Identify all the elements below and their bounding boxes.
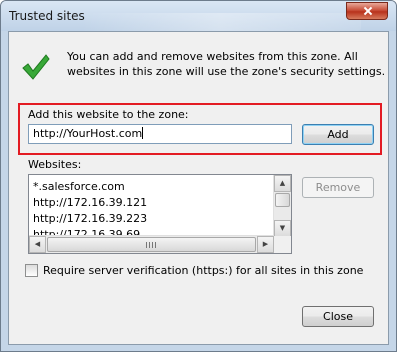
list-item[interactable]: http://172.16.39.223 [33, 211, 273, 227]
add-button[interactable]: Add [302, 124, 374, 145]
scroll-up-icon[interactable]: ▲ [274, 175, 291, 192]
horizontal-scroll-thumb[interactable] [47, 237, 256, 252]
trusted-sites-dialog: Trusted sites You can add and remove web… [0, 0, 397, 352]
websites-label: Websites: [28, 158, 82, 171]
list-item[interactable]: *.salesforce.com [33, 179, 273, 195]
background-window-tabs [81, 13, 361, 31]
require-https-label: Require server verification (https:) for… [43, 264, 364, 277]
scrollbar-corner [274, 236, 291, 253]
remove-button[interactable]: Remove [302, 177, 374, 198]
vertical-scroll-thumb[interactable] [275, 193, 290, 207]
window-title: Trusted sites [9, 9, 85, 23]
websites-list[interactable]: *.salesforce.com http://172.16.39.121 ht… [28, 174, 292, 254]
zone-info-text: You can add and remove websites from thi… [67, 50, 386, 78]
require-https-checkbox[interactable] [25, 264, 38, 277]
text-caret [142, 127, 144, 139]
add-website-label: Add this website to the zone: [28, 108, 189, 121]
list-item[interactable]: http://172.16.39.121 [33, 195, 273, 211]
horizontal-scrollbar[interactable]: ◀ ▶ [29, 235, 274, 253]
title-bar[interactable]: Trusted sites [1, 1, 396, 31]
scroll-down-icon[interactable]: ▼ [274, 220, 291, 237]
vertical-scrollbar[interactable]: ▲ ▼ [273, 175, 291, 237]
close-button[interactable]: Close [302, 306, 374, 327]
add-website-input[interactable]: http://YourHost.com [28, 124, 292, 144]
scroll-grip-icon [146, 242, 158, 248]
close-window-icon[interactable] [346, 2, 388, 20]
scroll-right-icon[interactable]: ▶ [257, 236, 274, 253]
add-website-value: http://YourHost.com [33, 127, 143, 140]
scroll-left-icon[interactable]: ◀ [29, 236, 46, 253]
green-checkmark-icon [22, 54, 50, 80]
